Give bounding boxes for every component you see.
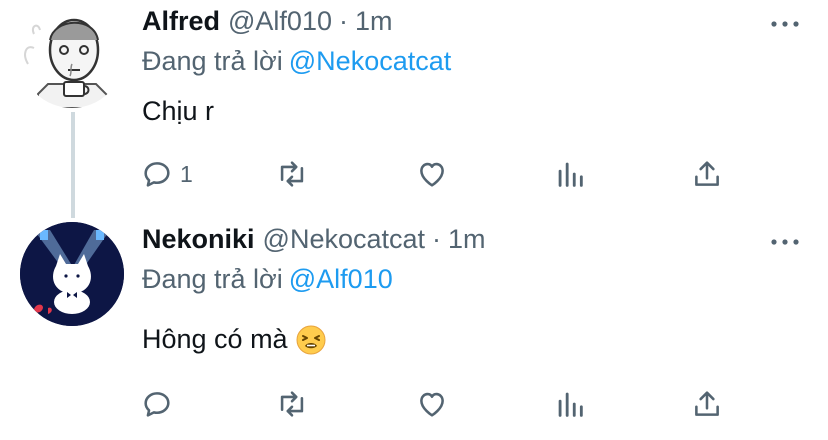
timestamp[interactable]: 1m [355,6,393,37]
tweet-text: Chịu r [142,96,214,127]
user-handle[interactable]: @Nekocatcat [263,224,425,255]
analytics-button[interactable] [553,154,587,194]
retweet-icon [280,391,304,417]
share-icon [695,391,719,416]
replying-prefix: Đang trả lời [142,264,283,294]
avatar-nekoniki[interactable] [20,222,124,326]
display-name[interactable]: Alfred [142,6,220,37]
more-button[interactable] [768,232,802,252]
like-button[interactable] [415,384,449,424]
white-cat-spotlight-avatar [20,222,124,326]
mention-link[interactable]: @Nekocatcat [289,46,451,76]
heart-icon [420,162,444,187]
like-button[interactable] [415,154,449,194]
retweet-icon [280,161,304,187]
share-button[interactable] [690,384,724,424]
mention-link[interactable]: @Alf010 [289,264,393,294]
tweet-header: Alfred @Alf010 · 1m [142,6,393,42]
tweet-actions: 1 [130,154,730,194]
reply-button[interactable]: 1 [140,154,193,194]
tweet-actions [130,384,730,424]
more-icon [771,239,799,245]
separator-dot: · [432,224,442,254]
user-handle[interactable]: @Alf010 [228,6,332,37]
retweet-button[interactable] [275,154,309,194]
display-name[interactable]: Nekoniki [142,224,255,255]
avatar-alfred[interactable] [20,4,124,108]
analytics-icon [558,392,583,417]
thread-line [71,112,75,218]
share-button[interactable] [690,154,724,194]
timestamp[interactable]: 1m [448,224,486,255]
analytics-icon [558,162,583,187]
tweet-header: Nekoniki @Nekocatcat · 1m [142,224,486,260]
reply-count: 1 [180,160,193,187]
retweet-button[interactable] [275,384,309,424]
sketch-man-with-cup-avatar [20,4,124,108]
more-button[interactable] [768,14,802,34]
replying-to: Đang trả lời @Nekocatcat [142,46,451,77]
analytics-button[interactable] [553,384,587,424]
tweet-text: Hông có mà [142,324,326,355]
share-icon [695,161,719,186]
replying-prefix: Đang trả lời [142,46,283,76]
reply-button[interactable] [140,384,180,424]
tweet-text-content: Hông có mà [142,324,288,354]
more-icon [771,21,799,27]
tired-face-emoji [296,325,326,354]
replying-to: Đang trả lời @Alf010 [142,264,393,295]
separator-dot: · [338,6,348,36]
reply-icon [144,392,170,417]
heart-icon [420,392,444,417]
reply-icon [144,162,170,187]
tweet-text-content: Chịu r [142,96,215,126]
